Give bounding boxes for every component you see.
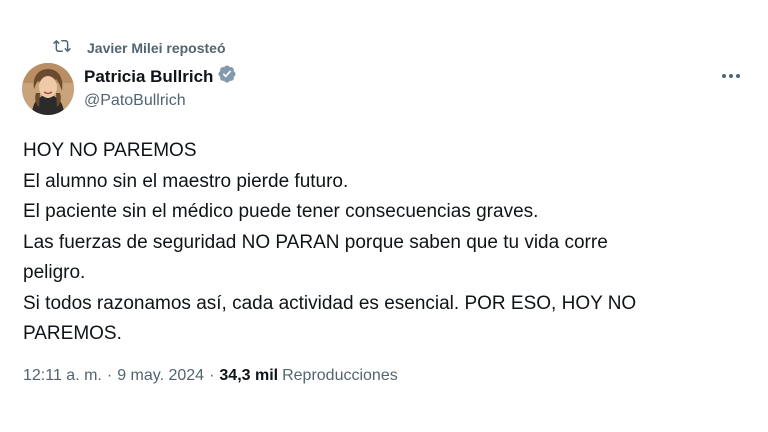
meta-separator: · xyxy=(209,367,215,384)
tweet-text: HOY NO PAREMOS El alumno sin el maestro … xyxy=(23,136,743,350)
author-name[interactable]: Patricia Bullrich xyxy=(84,67,213,87)
more-icon[interactable] xyxy=(719,66,743,86)
tweet-line: El alumno sin el maestro pierde futuro. xyxy=(23,170,349,192)
views-count[interactable]: 34,3 mil xyxy=(219,367,278,385)
tweet-date[interactable]: 9 may. 2024 xyxy=(117,367,204,385)
author-handle[interactable]: @PatoBullrich xyxy=(84,92,186,110)
tweet-line: peligro. xyxy=(23,262,86,283)
tweet-line: Si todos razonamos así, cada actividad e… xyxy=(23,292,637,314)
verified-badge-icon xyxy=(213,64,237,89)
tweet-line: El paciente sin el médico puede tener co… xyxy=(23,201,539,222)
repost-indicator[interactable]: Javier Milei reposteó xyxy=(53,37,226,58)
repost-label: Javier Milei reposteó xyxy=(87,39,226,56)
tweet-line: HOY NO PAREMOS xyxy=(23,140,197,161)
meta-separator: · xyxy=(106,367,113,384)
views-label[interactable]: Reproducciones xyxy=(282,367,398,385)
author-name-row[interactable]: Patricia Bullrich xyxy=(84,64,237,89)
tweet-line: PAREMOS. xyxy=(23,323,122,344)
repost-icon xyxy=(53,37,87,58)
tweet-time[interactable]: 12:11 a. m. xyxy=(23,367,102,385)
tweet-meta: 12:11 a. m. · 9 may. 2024 · 34,3 mil Rep… xyxy=(23,367,398,385)
tweet-line: Las fuerzas de seguridad NO PARAN porque… xyxy=(23,231,608,253)
avatar[interactable] xyxy=(22,63,74,115)
